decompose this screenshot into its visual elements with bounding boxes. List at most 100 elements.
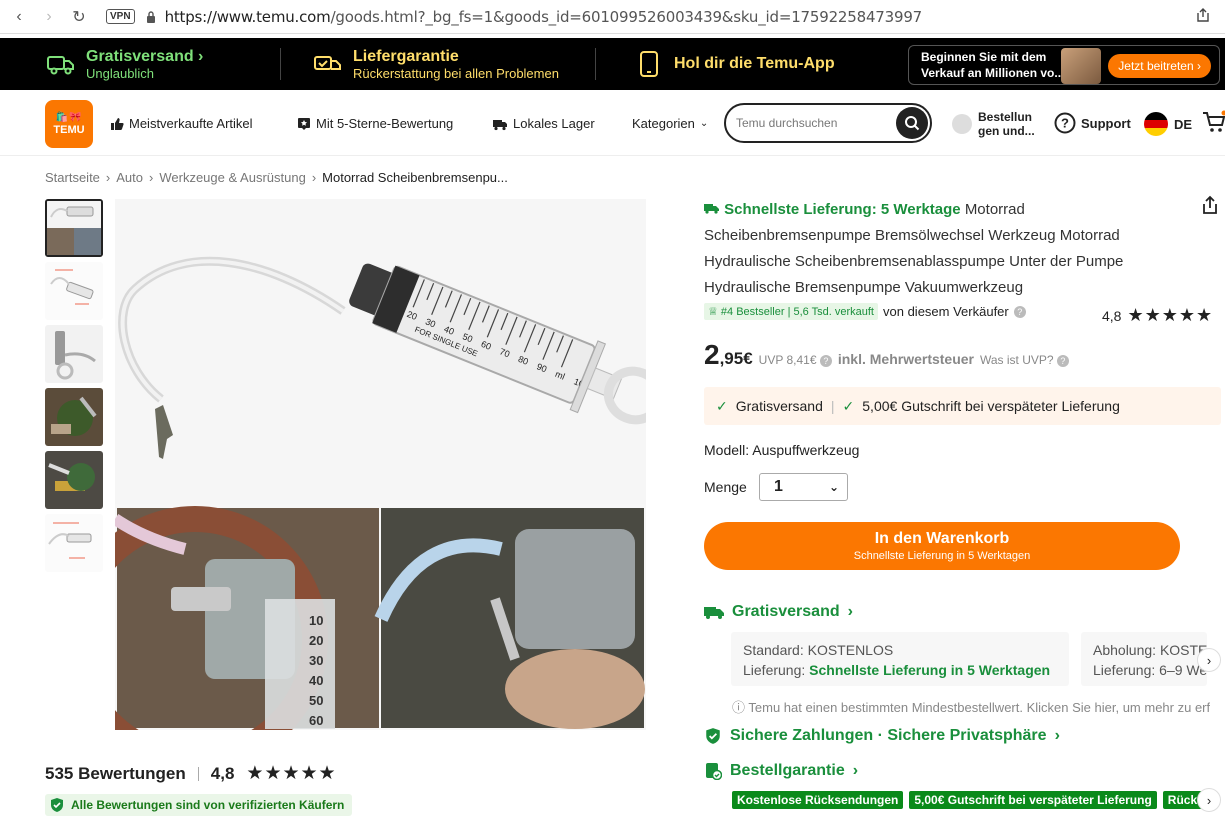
- closeup-scale-label: 10: [309, 613, 323, 628]
- chevron-down-icon: ⌄: [699, 118, 709, 129]
- tag-free-returns: Kostenlose Rücksendungen: [732, 791, 904, 809]
- back-icon[interactable]: ‹: [4, 2, 34, 32]
- closeup-scale-label: 20: [309, 633, 323, 648]
- nav-categories[interactable]: Kategorien ⌄: [632, 116, 708, 131]
- thumbnail-list: [45, 199, 103, 577]
- german-flag-icon: [1144, 112, 1168, 136]
- check-icon: ✓: [842, 397, 855, 414]
- model-label: Modell: Auspuffwerkzeug: [704, 442, 860, 458]
- order-guarantee-link[interactable]: Bestellgarantie ›: [704, 762, 858, 780]
- language-selector[interactable]: DE: [1144, 112, 1192, 136]
- search-button[interactable]: [896, 107, 928, 139]
- search-box[interactable]: Temu durchsuchen: [724, 103, 932, 143]
- join-now-button[interactable]: Jetzt beitreten ›: [1108, 54, 1211, 78]
- promo-delivery-guarantee[interactable]: Liefergarantie Rückerstattung bei allen …: [281, 38, 595, 90]
- promo-guarantee-title: Liefergarantie: [353, 47, 459, 65]
- tag-late-credit: 5,00€ Gutschrift bei verspäteter Lieferu…: [909, 791, 1157, 809]
- thumbs-up-icon: [111, 117, 124, 130]
- price: 2,95€: [704, 339, 753, 370]
- sales-badges: ♕ #4 Bestseller | 5,6 Tsd. verkauft von …: [704, 303, 1026, 320]
- secure-payments-link[interactable]: Sichere Zahlungen · Sichere Privatsphäre…: [704, 727, 1060, 745]
- bestseller-badge[interactable]: ♕ #4 Bestseller | 5,6 Tsd. verkauft: [704, 303, 878, 320]
- check-icon: ✓: [716, 397, 728, 414]
- what-is-uvp-link[interactable]: Was ist UVP? ?: [980, 353, 1069, 367]
- breadcrumb: Startseite › Auto › Werkzeuge & Ausrüstung…: [45, 170, 508, 185]
- search-input[interactable]: Temu durchsuchen: [736, 116, 837, 130]
- thumbnail-3[interactable]: [45, 325, 103, 383]
- promo-person-image: [1061, 48, 1101, 84]
- chevron-right-icon[interactable]: ›: [1197, 648, 1221, 672]
- shield-check-icon: [706, 728, 720, 744]
- phone-icon: [640, 51, 658, 77]
- minimum-order-note[interactable]: ⓘ Temu hat einen bestimmten Mindestbeste…: [732, 697, 1210, 716]
- share-page-icon[interactable]: [1195, 7, 1215, 27]
- truck-icon: [704, 204, 719, 214]
- breadcrumb-home[interactable]: Startseite: [45, 170, 100, 185]
- review-score: 4,8: [210, 763, 235, 783]
- closeup-scale-label: 60: [309, 713, 323, 728]
- nav-local-warehouse[interactable]: Lokales Lager: [492, 116, 595, 131]
- add-to-cart-button[interactable]: In den Warenkorb Schnellste Lieferung in…: [704, 522, 1180, 570]
- chevron-down-icon: ⌄: [828, 480, 839, 494]
- vpn-badge[interactable]: VPN: [106, 9, 135, 24]
- star-rating-icon: ★★★★★: [1127, 305, 1214, 325]
- credit-text: 5,00€ Gutschrift bei verspäteter Lieferu…: [862, 398, 1120, 414]
- nav-bestsellers[interactable]: Meistverkaufte Artikel: [110, 116, 253, 131]
- support-link[interactable]: ? Support: [1054, 112, 1131, 134]
- temu-logo[interactable]: 🛍️🎀 TEMU: [45, 100, 93, 148]
- warehouse-truck-icon: [493, 119, 507, 130]
- cart-icon[interactable]: [1202, 110, 1225, 137]
- svg-text:?: ?: [1061, 116, 1069, 131]
- thumbnail-5[interactable]: [45, 451, 103, 509]
- pickup-shipping-card[interactable]: Abholung: KOSTENLOS Lieferung: 6–9 Werkt…: [1081, 632, 1207, 686]
- uvp-price: UVP 8,41€ ?: [759, 353, 832, 367]
- browser-toolbar: ‹ › ↻ VPN https://www.temu.com/goods.htm…: [0, 0, 1225, 34]
- main-product-image[interactable]: 2030405060708090ml100 FOR SINGLE USE 102…: [115, 199, 646, 730]
- promo-app-title: Hol dir die Temu-App: [674, 55, 835, 72]
- standard-shipping-card[interactable]: Standard: KOSTENLOS Lieferung: Schnellst…: [731, 632, 1069, 686]
- breadcrumb-current: Motorrad Scheibenbremsenpu...: [322, 170, 508, 185]
- closeup-scale-label: 50: [309, 693, 323, 708]
- nav-five-star[interactable]: Mit 5-Sterne-Bewertung: [297, 116, 453, 131]
- thumbnail-2[interactable]: [45, 262, 103, 320]
- quantity-label: Menge: [704, 479, 747, 495]
- promo-free-shipping[interactable]: Gratisversand › Unglaublich: [0, 38, 280, 90]
- quantity-select[interactable]: 1 ⌄: [759, 473, 848, 501]
- tax-note: inkl. Mehrwertsteuer: [837, 351, 974, 367]
- closeup-scale-label: 30: [309, 653, 323, 668]
- fastest-delivery-label: Schnellste Lieferung: 5 Werktage: [704, 201, 961, 218]
- orders-account-link[interactable]: Bestellun gen und...: [952, 110, 1038, 138]
- lock-icon[interactable]: [145, 10, 157, 24]
- closeup-scale-label: 40: [309, 673, 323, 688]
- breadcrumb-tools[interactable]: Werkzeuge & Ausrüstung: [159, 170, 305, 185]
- star-badge-icon: [298, 117, 310, 130]
- promo-app[interactable]: Hol dir die Temu-App: [596, 38, 835, 90]
- seller-join-banner[interactable]: Beginnen Sie mit dem Verkauf an Millione…: [908, 45, 1220, 85]
- chevron-right-icon: ›: [311, 170, 317, 185]
- breadcrumb-auto[interactable]: Auto: [116, 170, 143, 185]
- thumbnail-6[interactable]: [45, 514, 103, 572]
- thumbnail-1[interactable]: [45, 199, 103, 257]
- reviews-summary[interactable]: 535 Bewertungen 4,8 ★★★★★: [45, 762, 337, 785]
- search-icon: [905, 116, 920, 131]
- chevron-right-icon: ›: [105, 170, 111, 185]
- address-bar[interactable]: https://www.temu.com/goods.html?_bg_fs=1…: [165, 8, 923, 26]
- product-title: Schnellste Lieferung: 5 Werktage Motorra…: [704, 197, 1159, 301]
- product-rating[interactable]: 4,8 ★★★★★: [1102, 305, 1213, 326]
- chevron-right-icon: ›: [149, 170, 154, 185]
- guarantee-tags: Kostenlose Rücksendungen 5,00€ Gutschrif…: [732, 791, 1208, 809]
- share-icon[interactable]: [1200, 195, 1220, 218]
- join-text: Beginnen Sie mit dem Verkauf an Millione…: [921, 50, 1065, 80]
- shipping-benefits-box: ✓ Gratisversand | ✓ 5,00€ Gutschrift bei…: [704, 387, 1221, 425]
- chevron-right-icon[interactable]: ›: [1197, 788, 1221, 812]
- thumbnail-4[interactable]: [45, 388, 103, 446]
- info-icon[interactable]: ?: [1013, 305, 1026, 318]
- free-shipping-link[interactable]: Gratisversand ›: [704, 603, 853, 621]
- price-row: 2,95€ UVP 8,41€ ? inkl. Mehrwertsteuer W…: [704, 339, 1069, 371]
- help-icon: ?: [1054, 112, 1076, 134]
- reload-icon[interactable]: ↻: [64, 2, 94, 32]
- seller-note: von diesem Verkäufer: [883, 304, 1009, 319]
- promo-shipping-title: Gratisversand: [86, 47, 194, 65]
- verified-reviews-badge: Alle Bewertungen sind von verifizierten …: [45, 794, 353, 816]
- forward-icon[interactable]: ›: [34, 2, 64, 32]
